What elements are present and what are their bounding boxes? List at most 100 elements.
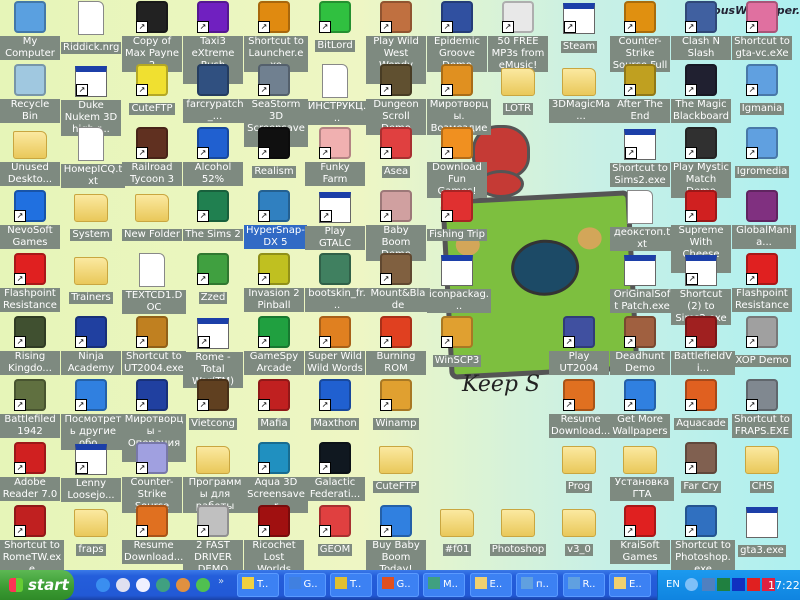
desktop-icon-flashpoint-resistance[interactable]: ↗ Flashpoint Resistance	[732, 253, 792, 312]
tray-monitor-icon[interactable]	[717, 578, 730, 591]
desktop-icon-winamp[interactable]: ↗ Winamp	[366, 379, 426, 430]
desktop-icon-burning-rom[interactable]: ↗ Burning ROM	[366, 316, 426, 375]
desktop-icon-resume-download[interactable]: ↗ Resume Download...	[549, 379, 613, 438]
desktop-icon-new-folder[interactable]: New Folder	[122, 190, 182, 241]
desktop-icon-50-free-mp3s-from-emusic[interactable]: ↗ 50 FREE MP3s from eMusic!	[488, 1, 548, 72]
taskbar-button[interactable]: п..	[516, 573, 558, 597]
desktop-icon-lenny-loosejo[interactable]: ↗ Lenny Loosejo...	[61, 442, 121, 502]
taskbar-button[interactable]: E..	[469, 573, 512, 597]
desktop-icon-epidemic-groove-demo[interactable]: ↗Epidemic Groove Demo	[427, 1, 487, 72]
desktop-icon-winscp3[interactable]: ↗ WinSCP3	[427, 316, 487, 367]
desktop-icon-steam[interactable]: ↗ Steam	[549, 1, 609, 53]
quick-launch-internet-explorer-icon[interactable]	[96, 578, 110, 592]
desktop-icon-bitlord[interactable]: ↗ BitLord	[305, 1, 365, 52]
desktop-icon-super-wild-wild-words[interactable]: ↗ Super Wild Wild Words	[305, 316, 365, 375]
language-indicator[interactable]: EN	[666, 579, 680, 590]
desktop-icon-originalsoft-patch-exe[interactable]: OriGinalSoft Patch.exe	[610, 253, 674, 313]
desktop-icon-rome-total-war-tm[interactable]: ↗Rome - Total War(TM)	[183, 316, 243, 388]
desktop-icon-item[interactable]: УстановкаГТА	[610, 442, 674, 501]
desktop-icon-item[interactable]: Программы для работы	[183, 442, 247, 513]
desktop-icon-zzed[interactable]: ↗ Zzed	[183, 253, 243, 304]
desktop-icon-xop-demo[interactable]: ↗ XOP Demo	[732, 316, 792, 367]
desktop-icon-after-the-end[interactable]: ↗ After The End	[610, 64, 670, 123]
desktop-icon-shortcut-to-launcher-exe[interactable]: ↗Shortcut to Launcher.exe	[244, 1, 308, 72]
desktop-icon-counter-strike-source[interactable]: ↗Counter-Strike Source	[122, 442, 182, 513]
desktop-icon-far-cry[interactable]: ↗ Far Cry	[671, 442, 731, 493]
desktop-icon-hypersnap-dx-5[interactable]: ↗ HyperSnap-DX 5	[244, 190, 307, 249]
desktop-icon-the-sims-2[interactable]: ↗ The Sims 2	[183, 190, 243, 241]
taskbar-button[interactable]: R..	[562, 573, 605, 597]
desktop-icon-counter-strike-source-full[interactable]: ↗Counter-Strike Source Full	[610, 1, 670, 72]
desktop-icon-igromedia[interactable]: ↗ Igromedia	[732, 127, 792, 178]
desktop-icon-trainers[interactable]: Trainers	[61, 253, 121, 304]
desktop-icon-dungeon-scroll-demo[interactable]: ↗Dungeon Scroll Demo	[366, 64, 426, 135]
desktop-icon-galactic-federati[interactable]: ↗ Galactic Federati...	[305, 442, 365, 501]
quick-launch-outlook-icon[interactable]	[116, 578, 130, 592]
desktop-icon-recycle-bin[interactable]: Recycle Bin	[0, 64, 60, 123]
desktop-icon-photoshop[interactable]: Photoshop	[488, 505, 548, 556]
desktop-icon-mafia[interactable]: ↗ Mafia	[244, 379, 304, 430]
desktop-icon-textcd1-doc[interactable]: TEXTCD1.DOC	[122, 253, 186, 314]
desktop-icon-cuteftp[interactable]: CuteFTP	[366, 442, 426, 493]
desktop-icon-bootskin-fr[interactable]: bootskin_fr...	[305, 253, 369, 312]
taskbar-button[interactable]: T..	[330, 573, 372, 597]
quick-launch-overflow[interactable]: »	[218, 576, 224, 587]
desktop-icon-resume-download[interactable]: ↗ Resume Download...	[122, 505, 186, 564]
desktop-icon-prog[interactable]: Prog	[549, 442, 609, 493]
desktop-icon-duke-nukem-3d-high-r[interactable]: ↗Duke Nukem 3D high r...	[61, 64, 121, 136]
desktop-icon-fishing-trip[interactable]: ↗ Fishing Trip	[427, 190, 487, 241]
taskbar-button[interactable]: E..	[609, 573, 651, 597]
desktop-icon-shortcut-to-fraps-exe[interactable]: ↗ Shortcut to FRAPS.EXE	[732, 379, 792, 438]
desktop-icon-get-more-wallpapers[interactable]: ↗ Get More Wallpapers	[610, 379, 670, 438]
desktop-icon-item[interactable]: ИНСТРУКЦ...	[305, 64, 369, 125]
desktop-icon-fraps[interactable]: fraps	[61, 505, 121, 556]
desktop-icon-cuteftp[interactable]: ↗ CuteFTP	[122, 64, 182, 115]
desktop-icon-globalmania[interactable]: GlobalMania...	[732, 190, 796, 249]
desktop-icon-chs[interactable]: CHS	[732, 442, 792, 493]
desktop-icon-gta3-exe[interactable]: gta3.exe	[732, 505, 792, 557]
start-button[interactable]: start	[0, 570, 74, 600]
desktop-icon-play-ut2004[interactable]: ↗ Play UT2004	[549, 316, 609, 375]
desktop-icon-nevosoft-games[interactable]: ↗ NevoSoft Games	[0, 190, 60, 249]
desktop-icon-clash-n-slash[interactable]: ↗ Clash N Slash	[671, 1, 731, 60]
tray-ati-icon[interactable]	[747, 578, 760, 591]
desktop-icon-copy-of-max-payne-2[interactable]: ↗Copy of Max Payne 2	[122, 1, 182, 72]
desktop-icon-invasion-2-pinball[interactable]: ↗ Invasion 2 Pinball	[244, 253, 304, 312]
desktop-icon-icq-txt[interactable]: НомерICQ.txt	[61, 127, 125, 188]
desktop-icon-system[interactable]: System	[61, 190, 121, 241]
desktop-icon-farcrypatch[interactable]: farcrypatch_...	[183, 64, 247, 123]
taskbar-button[interactable]: T..	[237, 573, 279, 597]
desktop-icon-kraisoft-games[interactable]: ↗ KraiSoft Games	[610, 505, 670, 564]
desktop-icon-alcohol-52[interactable]: ↗ Alcohol 52%	[183, 127, 243, 186]
desktop-icon-shortcut-to-rometw-exe[interactable]: ↗ Shortcut to RomeTW.exe	[0, 505, 64, 570]
quick-launch-app-icon[interactable]	[196, 578, 210, 592]
desktop-icon-asea[interactable]: ↗ Asea	[366, 127, 426, 178]
desktop-icon-igmania[interactable]: ↗ Igmania	[732, 64, 792, 115]
tray-network-icon[interactable]	[702, 578, 715, 591]
desktop-icon-funky-farm[interactable]: ↗ Funky Farm	[305, 127, 365, 186]
desktop-icon-railroad-tycoon-3[interactable]: ↗ Railroad Tycoon 3	[122, 127, 182, 186]
desktop-icon-2-fast-driver-demo[interactable]: ↗ 2 FAST DRIVER DEMO	[183, 505, 243, 570]
desktop-icon-ninja-academy[interactable]: ↗ Ninja Academy	[61, 316, 121, 375]
desktop-icon-aquacade[interactable]: ↗ Aquacade	[671, 379, 731, 430]
desktop-icon-deadhunt-demo[interactable]: ↗ Deadhunt Demo	[610, 316, 670, 375]
desktop-icon-my-computer[interactable]: My Computer	[0, 1, 60, 60]
desktop-icon-vietcong[interactable]: ↗ Vietcong	[183, 379, 243, 430]
tray-expand-icon[interactable]	[685, 578, 698, 591]
desktop-icon-realism[interactable]: ↗ Realism	[244, 127, 304, 178]
desktop-icon-shortcut-to-sims2-exe[interactable]: ↗ Shortcut to Sims2.exe	[610, 127, 670, 187]
desktop-icon-ricochet-lost-worlds[interactable]: ↗ Ricochet Lost Worlds	[244, 505, 304, 570]
quick-launch-media-player-icon[interactable]	[136, 578, 150, 592]
desktop-icon-shortcut-to-ut2004-exe[interactable]: ↗ Shortcut to UT2004.exe	[122, 316, 186, 375]
tray-play-icon[interactable]	[732, 578, 745, 591]
desktop-icon-the-magic-blackboard[interactable]: ↗ The Magic Blackboard	[671, 64, 731, 123]
desktop-icon-shortcut-2-to-sims2-exe[interactable]: ↗Shortcut (2) to Sims2.exe	[671, 253, 731, 325]
desktop-icon-f01[interactable]: #f01	[427, 505, 487, 556]
quick-launch-app-icon[interactable]	[176, 578, 190, 592]
taskbar-button[interactable]: G..	[376, 573, 419, 597]
desktop-icon-mount-blade[interactable]: ↗ Mount&Blade	[366, 253, 430, 312]
desktop-icon-battlefieldvi[interactable]: ↗ BattlefieldVi...	[671, 316, 735, 375]
desktop-icon-riddick-nrg[interactable]: Riddick.nrg	[61, 1, 122, 54]
desktop-icon-shortcut-to-photoshop-exe[interactable]: ↗ Shortcut to Photoshop.exe	[671, 505, 735, 570]
desktop-icon-buy-baby-boom-today[interactable]: ↗ Buy Baby Boom Today!	[366, 505, 426, 570]
